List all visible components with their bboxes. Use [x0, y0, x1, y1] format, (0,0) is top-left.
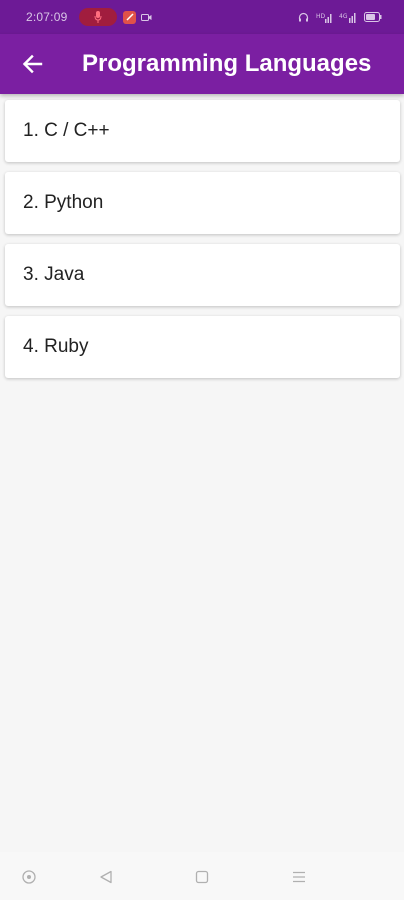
arrow-left-icon: [22, 54, 43, 74]
list-item-c-cpp[interactable]: 1. C / C++: [5, 100, 400, 162]
page-title: Programming Languages: [82, 50, 372, 77]
system-nav-bar: [0, 852, 404, 900]
headset-icon: [298, 12, 309, 21]
nav-back-button[interactable]: [95, 866, 117, 888]
screen: 2:07:09 HD 4G Programming Languages 1. C…: [0, 0, 404, 900]
list-item-label: 1. C / C++: [23, 120, 110, 141]
list-item-label: 2. Python: [23, 192, 104, 213]
mic-recording-indicator[interactable]: [79, 8, 118, 26]
back-triangle-icon: [100, 870, 112, 884]
list-item-python[interactable]: 2. Python: [5, 172, 400, 234]
nav-menu-button[interactable]: [288, 866, 310, 888]
signal-icon: HD: [316, 13, 332, 23]
list-item-ruby[interactable]: 4. Ruby: [5, 316, 400, 378]
menu-lines-icon: [293, 871, 305, 883]
assistant-button[interactable]: [18, 866, 40, 888]
microphone-icon: [94, 11, 102, 23]
assistant-circle-icon: [22, 870, 36, 884]
status-icons: HD 4G: [298, 12, 382, 23]
language-list: 1. C / C++ 2. Python 3. Java 4. Ruby: [5, 100, 400, 388]
status-bar: 2:07:09 HD 4G: [0, 0, 404, 34]
back-button[interactable]: [2, 34, 62, 94]
notification-app-icon: [123, 10, 137, 24]
home-square-icon: [195, 870, 209, 884]
nav-home-button[interactable]: [191, 866, 213, 888]
app-bar: Programming Languages: [0, 34, 404, 94]
network-icon: 4G: [339, 12, 356, 23]
list-item-java[interactable]: 3. Java: [5, 244, 400, 306]
list-item-label: 3. Java: [23, 264, 85, 285]
svg-text:4G: 4G: [339, 13, 348, 20]
screen-record-icon: [141, 13, 152, 22]
svg-text:HD: HD: [316, 13, 326, 20]
list-item-label: 4. Ruby: [23, 336, 89, 357]
battery-icon: [364, 12, 382, 22]
status-time: 2:07:09: [26, 10, 68, 24]
